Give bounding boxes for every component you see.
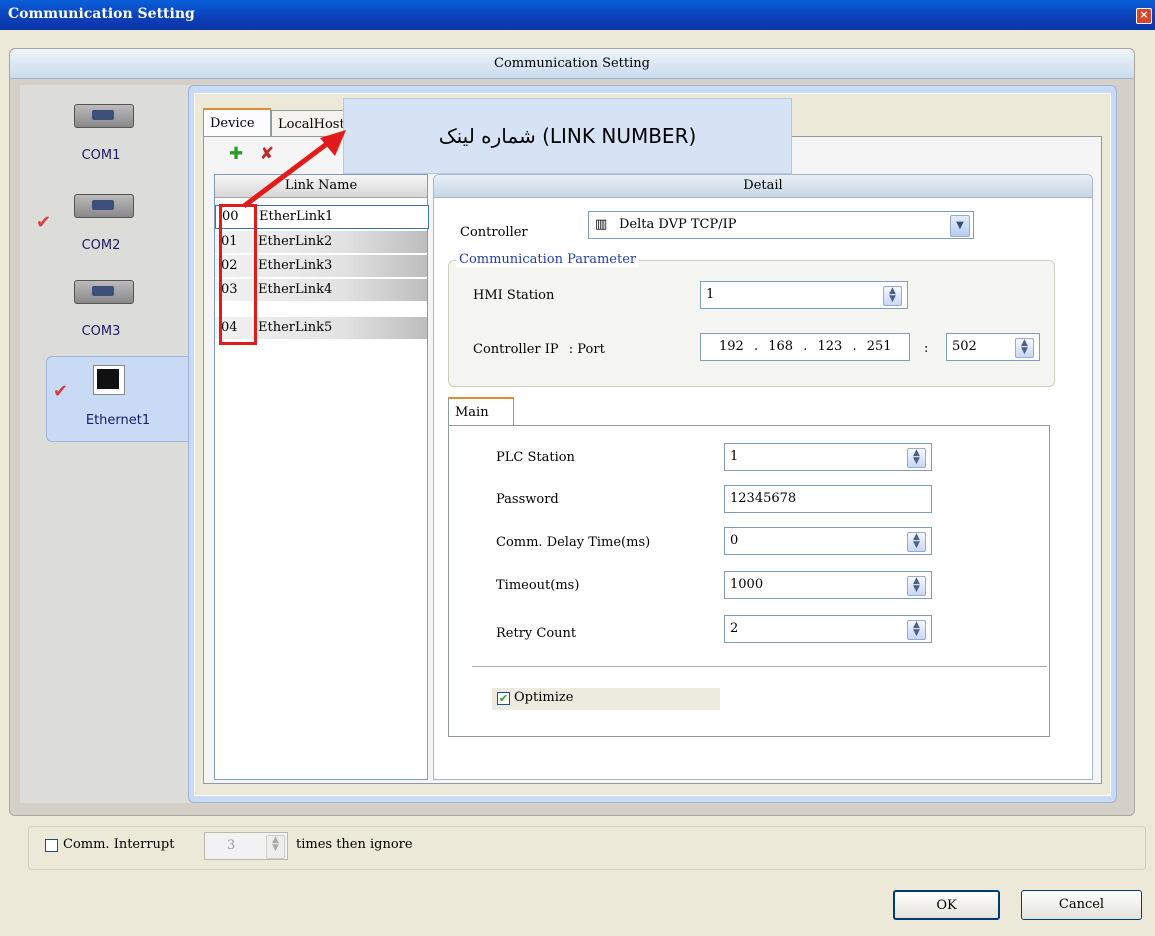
ip-octet: 192: [719, 339, 744, 354]
plc-station-input[interactable]: 1 ▲ ▼: [724, 443, 932, 471]
timeout-input[interactable]: 1000 ▲ ▼: [724, 571, 932, 599]
port-item-com2[interactable]: ✔ COM2: [26, 180, 176, 264]
port-input[interactable]: 502 ▲ ▼: [946, 333, 1040, 361]
ip-dot: .: [852, 339, 857, 354]
times-then-ignore-label: times then ignore: [296, 837, 413, 852]
interrupt-count-value: 3: [227, 838, 236, 853]
communication-parameter-group: [448, 260, 1055, 387]
password-input[interactable]: 12345678: [724, 485, 932, 513]
ip-octet: 168: [768, 339, 794, 354]
password-value: 12345678: [730, 491, 797, 506]
port-label: Ethernet1: [85, 413, 151, 428]
port-item-ethernet1[interactable]: ✔ Ethernet1: [46, 356, 190, 442]
timeout-label: Timeout(ms): [496, 578, 580, 593]
spinner-icon[interactable]: ▲ ▼: [883, 286, 902, 306]
comm-delay-label: Comm. Delay Time(ms): [496, 535, 651, 550]
title-bar: Communication Setting ×: [0, 0, 1155, 30]
spinner-icon[interactable]: ▲ ▼: [907, 620, 926, 640]
plc-station-label: PLC Station: [496, 450, 575, 465]
ip-dot: .: [753, 339, 759, 354]
controller-select[interactable]: ▥ Delta DVP TCP/IP ▼: [588, 211, 974, 239]
link-number-highlight: [219, 204, 257, 345]
tab-main-label: Main: [455, 405, 489, 420]
cancel-button[interactable]: Cancel: [1021, 890, 1142, 920]
link-name: EtherLink5: [258, 320, 333, 335]
port-item-com1[interactable]: COM1: [26, 90, 176, 174]
spinner-icon[interactable]: ▲ ▼: [907, 448, 926, 468]
retry-count-value: 2: [730, 621, 739, 636]
controller-ip-label: Controller IP : Port: [473, 342, 605, 357]
optimize-label: Optimize: [514, 690, 574, 705]
comm-interrupt-label: Comm. Interrupt: [63, 837, 175, 852]
port-label: : Port: [568, 342, 605, 357]
ip-port-separator: :: [924, 341, 929, 356]
port-value: 502: [952, 339, 977, 354]
ip-octet: 251: [866, 339, 892, 354]
retry-count-input[interactable]: 2 ▲ ▼: [724, 615, 932, 643]
link-name: EtherLink3: [258, 258, 333, 273]
checkmark-icon: ✔: [36, 212, 52, 233]
port-label: COM3: [81, 324, 121, 339]
retry-count-label: Retry Count: [496, 626, 577, 641]
detail-header: Detail: [434, 175, 1092, 198]
spinner-icon[interactable]: ▲ ▼: [1015, 338, 1034, 358]
annotation-callout: شماره لینک (LINK NUMBER): [343, 98, 792, 174]
port-item-com3[interactable]: COM3: [26, 266, 176, 350]
interrupt-count-input[interactable]: 3 ▲ ▼: [204, 832, 288, 860]
ip-address-input[interactable]: 192 . 168 . 123 . 251: [700, 333, 910, 361]
link-name: EtherLink2: [258, 234, 333, 249]
hmi-station-label: HMI Station: [473, 288, 555, 303]
comm-interrupt-group: [28, 826, 1146, 870]
tab-main[interactable]: Main: [448, 397, 514, 425]
plc-icon: ▥: [595, 217, 608, 232]
comm-interrupt-checkbox[interactable]: [45, 839, 58, 852]
window-title: Communication Setting: [8, 6, 195, 22]
serial-port-icon: [74, 280, 134, 304]
optimize-option[interactable]: ✔ Optimize: [492, 688, 720, 710]
ok-button[interactable]: OK: [893, 890, 1000, 920]
serial-port-icon: [74, 194, 134, 218]
hmi-station-value: 1: [706, 287, 715, 302]
controller-label: Controller: [460, 225, 528, 240]
controller-value: Delta DVP TCP/IP: [619, 217, 737, 232]
ethernet-port-icon: [93, 365, 125, 395]
spinner-icon[interactable]: ▲ ▼: [907, 532, 926, 552]
password-label: Password: [496, 492, 559, 507]
port-label: COM2: [81, 238, 121, 253]
checkmark-icon: ✔: [53, 381, 69, 402]
port-label: COM1: [81, 148, 121, 163]
annotation-arrow: [242, 130, 346, 208]
settings-header: Communication Setting: [10, 49, 1134, 79]
spinner-icon[interactable]: ▲ ▼: [266, 835, 285, 859]
controller-ip-text: Controller IP: [473, 342, 559, 357]
comm-delay-value: 0: [730, 533, 739, 548]
serial-port-icon: [74, 104, 134, 128]
hmi-station-input[interactable]: 1 ▲ ▼: [700, 281, 908, 309]
close-icon[interactable]: ×: [1136, 8, 1152, 24]
ip-dot: .: [803, 339, 808, 354]
link-name: EtherLink4: [258, 282, 333, 297]
ip-octet: 123: [817, 339, 843, 354]
spinner-icon[interactable]: ▲ ▼: [907, 576, 926, 596]
divider: [472, 666, 1047, 667]
group-title: Communication Parameter: [456, 252, 640, 267]
chevron-down-icon[interactable]: ▼: [950, 215, 970, 237]
comm-delay-input[interactable]: 0 ▲ ▼: [724, 527, 932, 555]
plc-station-value: 1: [730, 449, 739, 464]
optimize-checkbox[interactable]: ✔: [497, 692, 510, 705]
timeout-value: 1000: [730, 577, 764, 592]
